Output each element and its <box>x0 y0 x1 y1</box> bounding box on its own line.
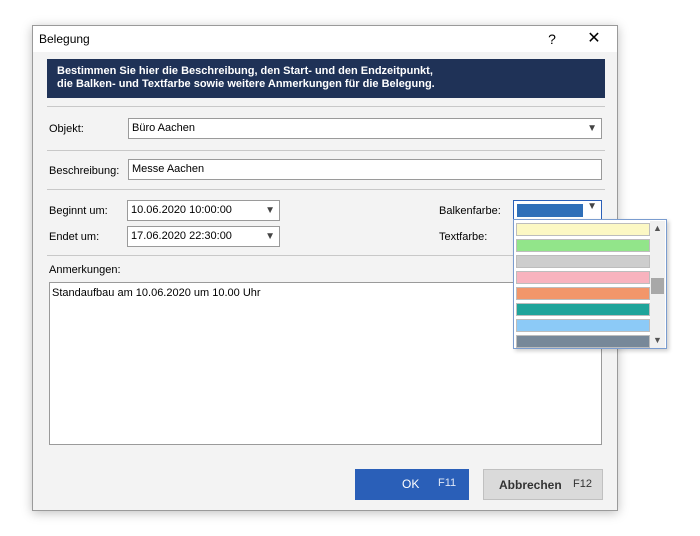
color-option[interactable] <box>516 223 650 236</box>
color-option[interactable] <box>516 287 650 300</box>
cancel-button-label: Abbrechen <box>499 478 562 492</box>
scroll-down-icon[interactable]: ▼ <box>650 333 665 348</box>
balkenfarbe-label: Balkenfarbe: <box>439 205 501 217</box>
beschreibung-label: Beschreibung: <box>49 165 120 177</box>
divider <box>47 106 605 107</box>
color-option[interactable] <box>516 239 650 252</box>
divider <box>47 150 605 151</box>
selected-color-swatch <box>517 204 583 217</box>
info-banner: Bestimmen Sie hier die Beschreibung, den… <box>47 59 605 98</box>
color-option[interactable] <box>516 271 650 284</box>
beginnt-label: Beginnt um: <box>49 205 108 217</box>
endet-datetime-picker[interactable]: 17.06.2020 22:30:00 ▼ <box>127 226 280 247</box>
banner-line-2: die Balken- und Textfarbe sowie weitere … <box>57 78 435 90</box>
beginnt-value: 10.06.2020 10:00:00 <box>131 204 232 216</box>
color-option[interactable] <box>516 335 650 348</box>
window-title: Belegung <box>39 32 90 46</box>
banner-line-1: Bestimmen Sie hier die Beschreibung, den… <box>57 65 433 77</box>
objekt-select[interactable]: Büro Aachen ▼ <box>128 118 602 139</box>
cancel-button[interactable]: Abbrechen F12 <box>483 469 603 500</box>
beginnt-datetime-picker[interactable]: 10.06.2020 10:00:00 ▼ <box>127 200 280 221</box>
anmerkungen-value: Standaufbau am 10.06.2020 um 10.00 Uhr <box>52 287 261 299</box>
balkenfarbe-dropdown-list[interactable]: ▲ ▼ <box>513 219 667 349</box>
anmerkungen-label: Anmerkungen: <box>49 264 121 276</box>
balkenfarbe-color-select[interactable]: ▼ <box>513 200 602 221</box>
ok-button-label: OK <box>402 477 420 491</box>
color-option[interactable] <box>516 303 650 316</box>
cancel-shortcut: F12 <box>573 478 592 490</box>
help-button[interactable]: ? <box>541 29 563 49</box>
chevron-down-icon: ▼ <box>587 123 597 134</box>
beschreibung-input[interactable]: Messe Aachen <box>128 159 602 180</box>
objekt-label: Objekt: <box>49 123 84 135</box>
chevron-down-icon: ▼ <box>587 201 597 212</box>
objekt-value: Büro Aachen <box>132 122 195 134</box>
endet-label: Endet um: <box>49 231 100 243</box>
divider <box>47 189 605 190</box>
scroll-up-icon[interactable]: ▲ <box>650 221 665 236</box>
color-option[interactable] <box>516 255 650 268</box>
chevron-down-icon: ▼ <box>265 231 275 242</box>
chevron-down-icon: ▼ <box>265 205 275 216</box>
textfarbe-label: Textfarbe: <box>439 231 488 243</box>
ok-shortcut: F11 <box>438 477 457 489</box>
title-bar: Belegung ? ✕ <box>33 26 617 52</box>
scrollbar-thumb[interactable] <box>651 278 664 294</box>
scrollbar[interactable]: ▲ ▼ <box>650 221 665 348</box>
beschreibung-value: Messe Aachen <box>132 163 205 175</box>
endet-value: 17.06.2020 22:30:00 <box>131 230 232 242</box>
close-button[interactable]: ✕ <box>581 29 607 49</box>
color-option[interactable] <box>516 319 650 332</box>
ok-button[interactable]: OK F11 <box>355 469 469 500</box>
